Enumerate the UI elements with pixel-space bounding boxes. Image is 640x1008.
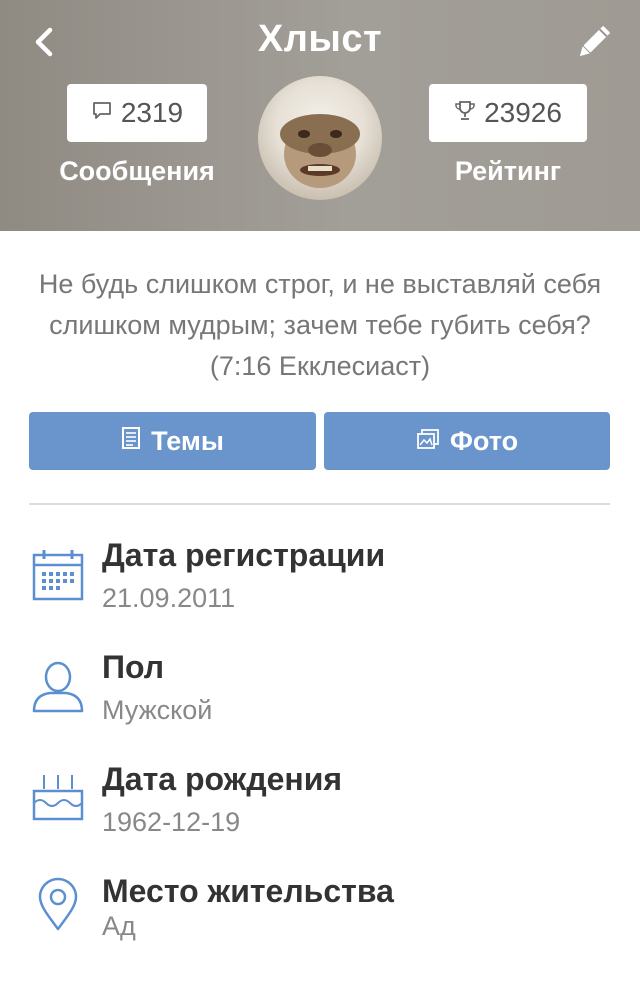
info-value: 1962-12-19 <box>102 807 241 837</box>
info-item-birth-date: Дата рождения 1962-12-19 <box>0 759 640 859</box>
pencil-icon <box>579 26 610 57</box>
info-value: Мужской <box>102 695 213 725</box>
profile-username: Хлыст <box>257 18 383 60</box>
status-quote: Не будь слишком строг, и не выставляй се… <box>38 269 602 381</box>
avatar[interactable] <box>258 76 382 200</box>
speech-bubble-icon <box>91 97 113 129</box>
image-icon <box>416 426 440 457</box>
cake-icon <box>30 769 86 825</box>
photo-label: Фото <box>449 425 519 456</box>
person-icon <box>30 657 86 713</box>
profile-header: Хлыст 2319 Сообщения 23926 Рейтинг <box>0 0 640 231</box>
info-title: Пол <box>102 649 165 685</box>
info-item-location: Место жительства Ад <box>0 871 640 971</box>
info-value: Ад <box>102 911 136 941</box>
edit-button[interactable] <box>572 20 616 64</box>
calendar-icon <box>30 547 86 603</box>
info-title: Дата рождения <box>102 761 343 797</box>
document-icon <box>121 426 141 457</box>
rating-count: 23926 <box>484 97 562 128</box>
messages-count-box[interactable]: 2319 <box>67 84 207 142</box>
topics-button[interactable]: Темы <box>29 412 316 470</box>
location-pin-icon <box>30 877 86 933</box>
topics-label: Темы <box>151 425 224 456</box>
info-value: 21.09.2011 <box>102 583 236 613</box>
photo-button[interactable]: Фото <box>324 412 610 470</box>
rating-count-box[interactable]: 23926 <box>429 84 587 142</box>
trophy-icon <box>454 97 476 129</box>
messages-count: 2319 <box>120 97 184 128</box>
divider <box>29 503 610 505</box>
messages-label: Сообщения <box>59 156 215 186</box>
info-title: Дата регистрации <box>102 537 386 573</box>
info-item-gender: Пол Мужской <box>0 647 640 747</box>
info-title: Место жительства <box>102 873 394 909</box>
info-item-registration-date: Дата регистрации 21.09.2011 <box>0 535 640 635</box>
rating-label: Рейтинг <box>454 156 562 186</box>
